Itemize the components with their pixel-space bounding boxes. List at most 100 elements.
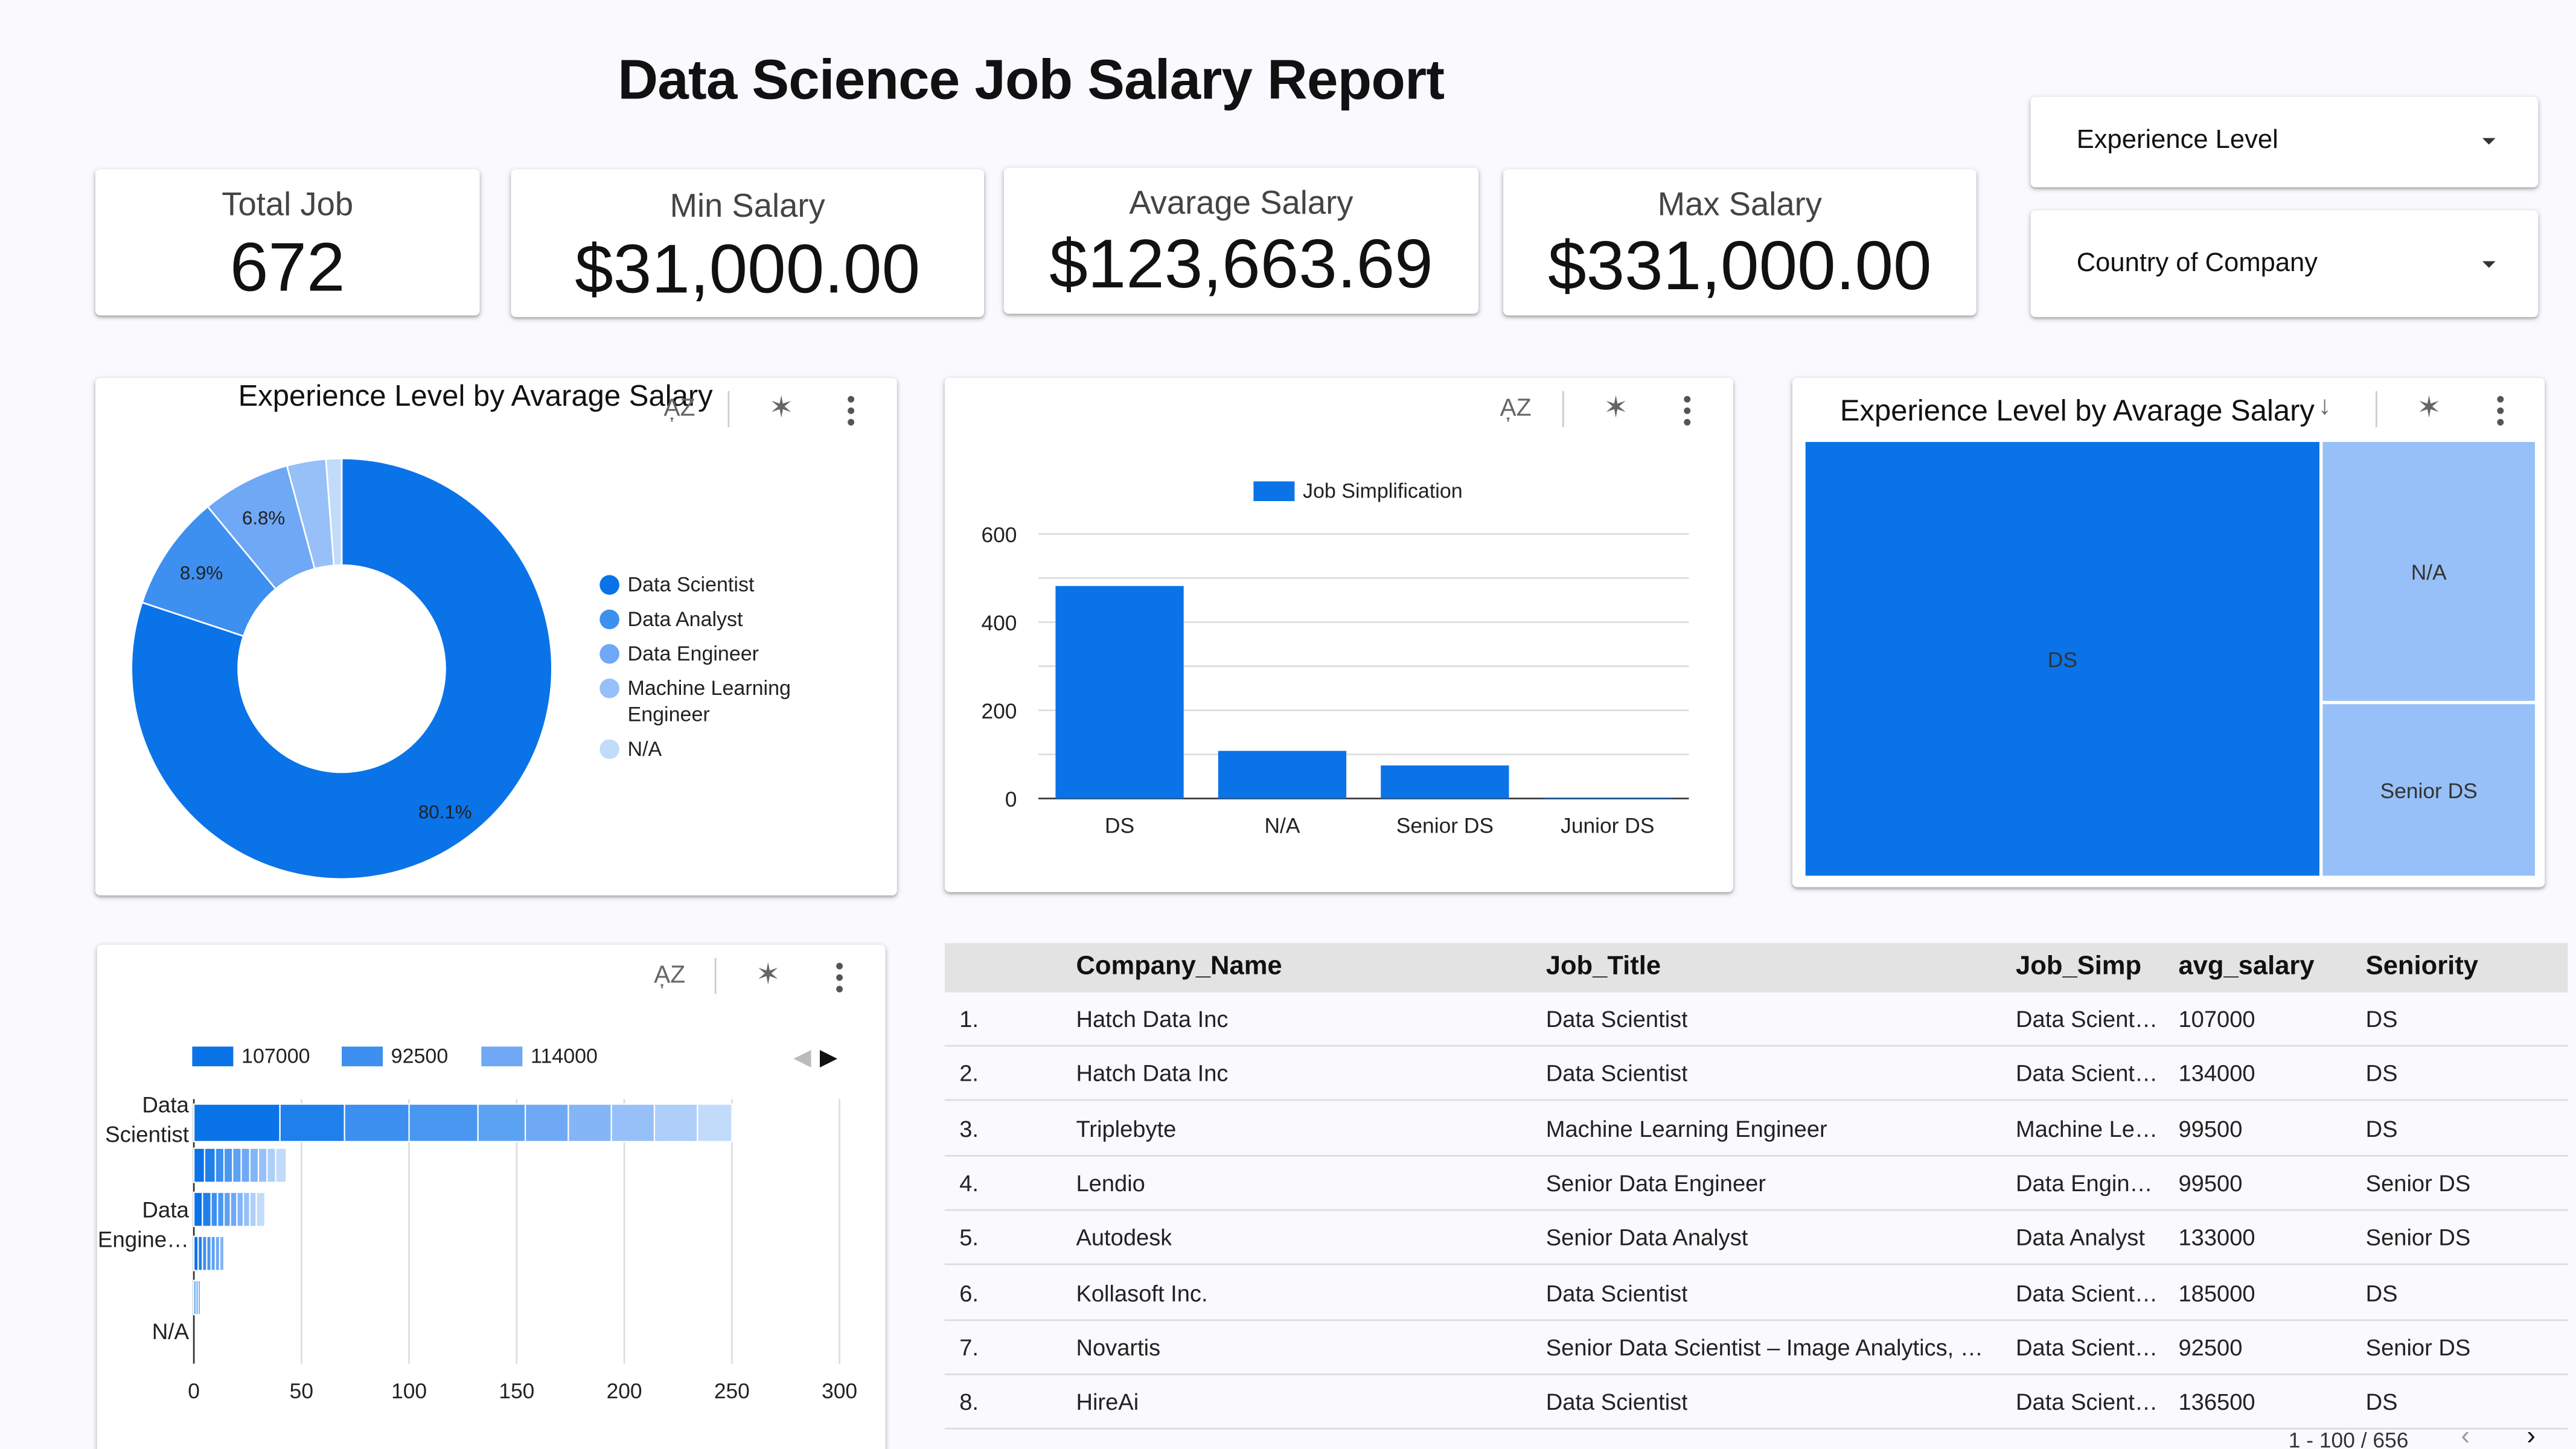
donut-legend-item[interactable]: Data Engineer bbox=[599, 642, 759, 665]
bar[interactable] bbox=[1218, 750, 1347, 799]
x-tick-label: 100 bbox=[391, 1380, 427, 1403]
table-row[interactable]: 4. Lendio Senior Data Engineer Data Engin… 9… bbox=[944, 1156, 2568, 1211]
dropdown-caret-icon bbox=[2482, 138, 2496, 145]
dropdown-caret-icon bbox=[2482, 261, 2496, 268]
table-cell: Senior DS bbox=[2365, 1224, 2471, 1251]
bar-segment[interactable] bbox=[197, 1279, 201, 1316]
prev-page-icon[interactable]: ‹ bbox=[2461, 1423, 2470, 1449]
kpi-total-job: Total Job 672 bbox=[95, 169, 480, 316]
table-cell: Senior Data Analyst bbox=[1545, 1224, 1748, 1251]
bar-segment[interactable] bbox=[266, 1147, 276, 1183]
y-category-label: Data bbox=[142, 1197, 189, 1222]
donut-data-label: 6.8% bbox=[242, 507, 285, 528]
table-row[interactable]: 7. Novartis Senior Data Scientist – Image … bbox=[944, 1320, 2568, 1375]
table-cell: 99500 bbox=[2178, 1115, 2243, 1142]
bar-segment[interactable] bbox=[232, 1147, 242, 1183]
column-header[interactable]: Job_Title bbox=[1546, 953, 1661, 982]
x-tick-label: 0 bbox=[188, 1380, 200, 1403]
legend-label: Data Engineer bbox=[627, 642, 759, 666]
bar-segment[interactable] bbox=[210, 1191, 219, 1227]
bar-segment[interactable] bbox=[223, 1191, 231, 1227]
kpi-label: Max Salary bbox=[1657, 187, 1822, 224]
column-header[interactable]: Company_Name bbox=[1076, 953, 1282, 982]
bar-segment[interactable] bbox=[697, 1103, 733, 1142]
bar[interactable] bbox=[1381, 765, 1509, 799]
column-header[interactable]: avg_salary bbox=[2178, 953, 2314, 982]
bar-segment[interactable] bbox=[249, 1191, 257, 1227]
bar-segment[interactable] bbox=[279, 1103, 345, 1142]
bar-segment[interactable] bbox=[193, 1103, 281, 1142]
x-tick-label: 150 bbox=[499, 1380, 534, 1403]
legend-label: N/A bbox=[627, 737, 662, 761]
treemap-chart: DS N/A Senior DS bbox=[1802, 438, 2539, 879]
bar-segment[interactable] bbox=[249, 1147, 260, 1183]
bar-segment[interactable] bbox=[214, 1147, 225, 1183]
filter-experience-level[interactable]: Experience Level bbox=[2030, 97, 2539, 188]
donut-data-label: 80.1% bbox=[418, 802, 472, 823]
data-table: Company_Name Job_Title Job_Simp avg_sala… bbox=[944, 943, 2568, 1449]
bar-segment[interactable] bbox=[229, 1191, 238, 1227]
table-row[interactable]: 5. Autodesk Senior Data Analyst Data Analys… bbox=[944, 1211, 2568, 1265]
donut-data-label: 8.9% bbox=[180, 562, 223, 583]
table-cell: 3. bbox=[959, 1115, 979, 1142]
treemap-card: Experience Level by Avarage Salary ↓ ✶ D… bbox=[1792, 377, 2545, 888]
legend-label: Data Scientist bbox=[627, 573, 755, 597]
bar-segment[interactable] bbox=[202, 1191, 212, 1227]
donut-legend-item[interactable]: N/A bbox=[599, 738, 662, 761]
bar-segment[interactable] bbox=[653, 1103, 698, 1142]
bar-segment[interactable] bbox=[610, 1103, 656, 1142]
bar-segment[interactable] bbox=[255, 1191, 266, 1227]
bar-segment[interactable] bbox=[567, 1103, 612, 1142]
table-row[interactable]: 1. Hatch Data Inc Data Scientist Data Scien… bbox=[944, 993, 2568, 1047]
bar-segment[interactable] bbox=[275, 1147, 287, 1183]
bar-segment[interactable] bbox=[477, 1103, 526, 1142]
vertical-bar-chart: 0 200 400 600 DS N/A Senior DS Junior DS bbox=[981, 523, 1689, 838]
bar-segment[interactable] bbox=[257, 1147, 268, 1183]
bar-segment[interactable] bbox=[408, 1103, 479, 1142]
table-cell: DS bbox=[2365, 1115, 2398, 1142]
next-page-icon[interactable]: › bbox=[2526, 1423, 2535, 1449]
bar-segment[interactable] bbox=[217, 1191, 225, 1227]
bar-segment[interactable] bbox=[344, 1103, 410, 1142]
bar[interactable] bbox=[1055, 586, 1184, 799]
kpi-label: Avarage Salary bbox=[1129, 185, 1354, 222]
bar-segment[interactable] bbox=[525, 1103, 569, 1142]
filter-country-of-company[interactable]: Country of Company bbox=[2030, 210, 2539, 318]
kpi-label: Total Job bbox=[222, 187, 354, 224]
table-cell: 8. bbox=[959, 1388, 979, 1415]
table-cell: Senior DS bbox=[2365, 1169, 2471, 1196]
table-row[interactable]: 3. Triplebyte Machine Learning Engineer Mac… bbox=[944, 1102, 2568, 1156]
bar-segment[interactable] bbox=[240, 1147, 251, 1183]
donut-legend-item[interactable]: Data Scientist bbox=[599, 574, 754, 597]
table-row[interactable]: 2. Hatch Data Inc Data Scientist Data Scien… bbox=[944, 1047, 2568, 1102]
kpi-min-salary: Min Salary $31,000.00 bbox=[511, 169, 985, 318]
donut-legend-item[interactable]: Data Analyst bbox=[599, 608, 743, 631]
donut-legend: Data Scientist Data Analyst Data Engineer M… bbox=[599, 574, 879, 771]
table-row[interactable]: 6. Kollasoft Inc. Data Scientist Data Scien… bbox=[944, 1266, 2568, 1320]
column-header[interactable]: Seniority bbox=[2366, 953, 2478, 982]
bar-segment[interactable] bbox=[236, 1191, 244, 1227]
y-category-label: Data bbox=[142, 1092, 189, 1117]
table-cell: Data Scient… bbox=[2016, 1388, 2158, 1415]
legend-label: Machine Learning bbox=[627, 677, 791, 700]
bar-segment[interactable] bbox=[203, 1147, 216, 1183]
bar-segment[interactable] bbox=[193, 1147, 206, 1183]
table-header: Company_Name Job_Title Job_Simp avg_sala… bbox=[944, 943, 2568, 993]
legend-label: Data Analyst bbox=[627, 607, 743, 631]
donut-chart-card: Experience Level by Avarage Salary A͎Z ✶… bbox=[95, 377, 897, 896]
table-cell: HireAi bbox=[1076, 1388, 1139, 1415]
column-header[interactable]: Job_Simp bbox=[2016, 953, 2141, 982]
table-cell: Kollasoft Inc. bbox=[1076, 1279, 1208, 1306]
bar-segment[interactable] bbox=[243, 1191, 251, 1227]
bar-segment[interactable] bbox=[193, 1191, 203, 1227]
legend-dot bbox=[599, 678, 619, 699]
bar-segment[interactable] bbox=[219, 1235, 225, 1271]
table-cell: Autodesk bbox=[1076, 1224, 1172, 1251]
table-cell: Machine Learning Engineer bbox=[1545, 1115, 1827, 1142]
table-cell: Data Analyst bbox=[2016, 1224, 2145, 1251]
table-row[interactable]: 8. HireAi Data Scientist Data Scient… 136500… bbox=[944, 1375, 2568, 1430]
x-tick-label: N/A bbox=[1264, 814, 1300, 838]
donut-legend-item[interactable]: Machine Learning Engineer bbox=[599, 677, 791, 726]
x-tick-label: 50 bbox=[290, 1380, 313, 1403]
bar-segment[interactable] bbox=[223, 1147, 234, 1183]
